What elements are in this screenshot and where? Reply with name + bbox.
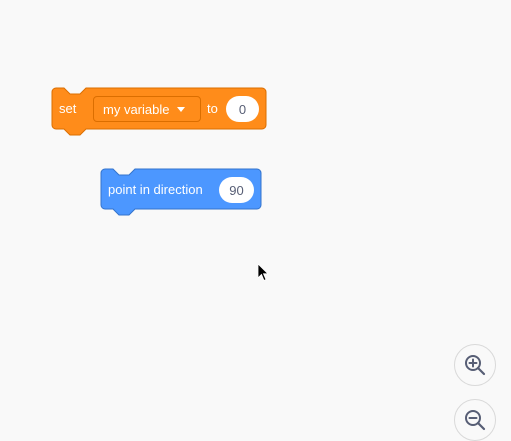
- chevron-down-icon: [177, 106, 186, 112]
- point-in-direction-label: point in direction: [108, 182, 203, 197]
- variable-dropdown[interactable]: my variable: [93, 96, 201, 122]
- variable-name: my variable: [103, 101, 170, 117]
- set-label: set: [59, 101, 77, 116]
- zoom-in-icon: [465, 355, 486, 376]
- set-value-input[interactable]: 0: [226, 96, 259, 122]
- set-value-text: 0: [238, 101, 247, 117]
- zoom-out-button[interactable]: [454, 399, 496, 441]
- zoom-in-button[interactable]: [454, 344, 496, 386]
- zoom-out-icon: [465, 410, 486, 431]
- direction-value-text: 90: [229, 182, 244, 198]
- direction-value-input[interactable]: 90: [219, 177, 254, 203]
- mouse-cursor-icon: [258, 264, 269, 282]
- to-label: to: [207, 101, 218, 116]
